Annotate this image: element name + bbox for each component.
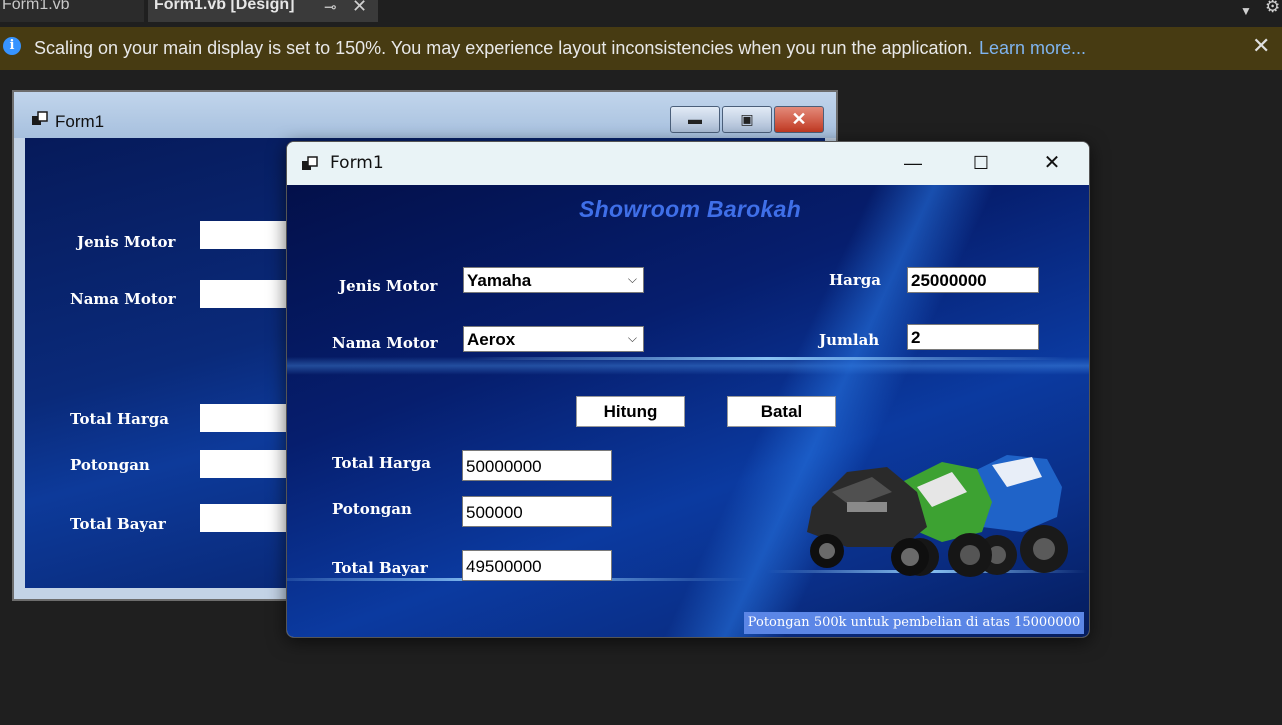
label-total-harga: Total Harga <box>332 454 432 472</box>
label-jenis-motor[interactable]: Jenis Motor <box>77 233 175 251</box>
tab-form1-design[interactable]: Form1.vb [Design] ⊸ ✕ <box>148 0 378 22</box>
minimize-button[interactable]: — <box>890 148 936 178</box>
close-button: ✕ <box>774 106 824 133</box>
tab-label: Form1.vb [Design] <box>154 0 295 13</box>
form-window-icon <box>32 111 48 125</box>
form-window-icon <box>302 156 318 170</box>
textbox-total-harga[interactable]: 50000000 <box>462 450 612 481</box>
window-title-bar[interactable]: Form1 — ☐ ✕ <box>287 142 1089 185</box>
label-nama-motor: Nama Motor <box>332 334 438 352</box>
label-jumlah: Jumlah <box>819 331 880 349</box>
maximize-button[interactable]: ☐ <box>958 148 1004 178</box>
label-jenis-motor: Jenis Motor <box>339 277 438 295</box>
label-potongan[interactable]: Potongan <box>70 456 150 474</box>
textbox-total-harga[interactable] <box>200 404 300 432</box>
running-form-window: Form1 — ☐ ✕ Showroom Barokah Jenis Motor… <box>286 141 1090 638</box>
minimize-button: ▬ <box>670 106 720 133</box>
info-message: Scaling on your main display is set to 1… <box>34 38 973 58</box>
background-light-streak <box>467 357 1067 360</box>
designer-form-title: Form1 <box>55 112 105 131</box>
textbox-harga[interactable]: 25000000 <box>907 267 1039 293</box>
label-nama-motor[interactable]: Nama Motor <box>70 290 176 308</box>
label-total-bayar: Total Bayar <box>332 559 428 577</box>
batal-button[interactable]: Batal <box>727 396 836 427</box>
textbox-total-bayar[interactable]: 49500000 <box>462 550 612 581</box>
tab-form1-vb[interactable]: Form1.vb <box>0 0 144 22</box>
close-tab-icon[interactable]: ✕ <box>352 0 367 15</box>
textbox-potongan[interactable] <box>200 450 300 478</box>
textbox-total-bayar[interactable] <box>200 504 300 532</box>
textbox-potongan[interactable]: 500000 <box>462 496 612 527</box>
info-icon: i <box>3 37 21 55</box>
motorcycles-image <box>807 455 1068 577</box>
textbox-value: 25000000 <box>911 271 987 290</box>
textbox-value: 500000 <box>466 503 523 522</box>
pin-icon[interactable]: ⊸ <box>324 0 337 17</box>
learn-more-link[interactable]: Learn more... <box>979 38 1086 59</box>
chevron-down-icon[interactable]: ⌵ <box>628 331 637 346</box>
combo-value: Yamaha <box>467 271 532 290</box>
editor-tab-strip: Form1.vb Form1.vb [Design] ⊸ ✕ ▼ ⚙ <box>0 0 1282 22</box>
form-client-area: Showroom Barokah Jenis Motor Yamaha ⌵ Na… <box>287 185 1089 637</box>
maximize-button: ▣ <box>722 106 772 133</box>
tab-overflow-dropdown-icon[interactable]: ▼ <box>1240 4 1252 18</box>
combo-jenis-motor[interactable] <box>200 221 300 249</box>
hitung-button[interactable]: Hitung <box>576 396 685 427</box>
combo-nama-motor[interactable] <box>200 280 300 308</box>
chevron-down-icon[interactable]: ⌵ <box>628 272 637 287</box>
scaling-info-bar: i Scaling on your main display is set to… <box>0 27 1282 70</box>
promo-label: Potongan 500k untuk pembelian di atas 15… <box>744 612 1084 634</box>
window-title: Form1 <box>330 153 384 173</box>
textbox-value: 2 <box>911 328 921 347</box>
textbox-value: 50000000 <box>466 457 542 476</box>
designer-title-bar: Form1 ▬ ▣ ✕ <box>14 92 836 138</box>
close-icon[interactable]: ✕ <box>1252 33 1270 59</box>
label-harga: Harga <box>829 271 882 289</box>
combo-value: Aerox <box>467 330 516 349</box>
combo-nama-motor[interactable]: Aerox ⌵ <box>463 326 644 352</box>
close-button[interactable]: ✕ <box>1029 148 1075 178</box>
label-potongan: Potongan <box>332 500 412 518</box>
textbox-jumlah[interactable]: 2 <box>907 324 1039 350</box>
label-total-harga[interactable]: Total Harga <box>70 410 169 428</box>
tab-label: Form1.vb <box>2 0 70 13</box>
textbox-value: 49500000 <box>466 557 542 576</box>
heading-title: Showroom Barokah <box>579 196 802 222</box>
label-total-bayar[interactable]: Total Bayar <box>70 515 166 533</box>
combo-jenis-motor[interactable]: Yamaha ⌵ <box>463 267 644 293</box>
gear-icon[interactable]: ⚙ <box>1265 0 1280 17</box>
